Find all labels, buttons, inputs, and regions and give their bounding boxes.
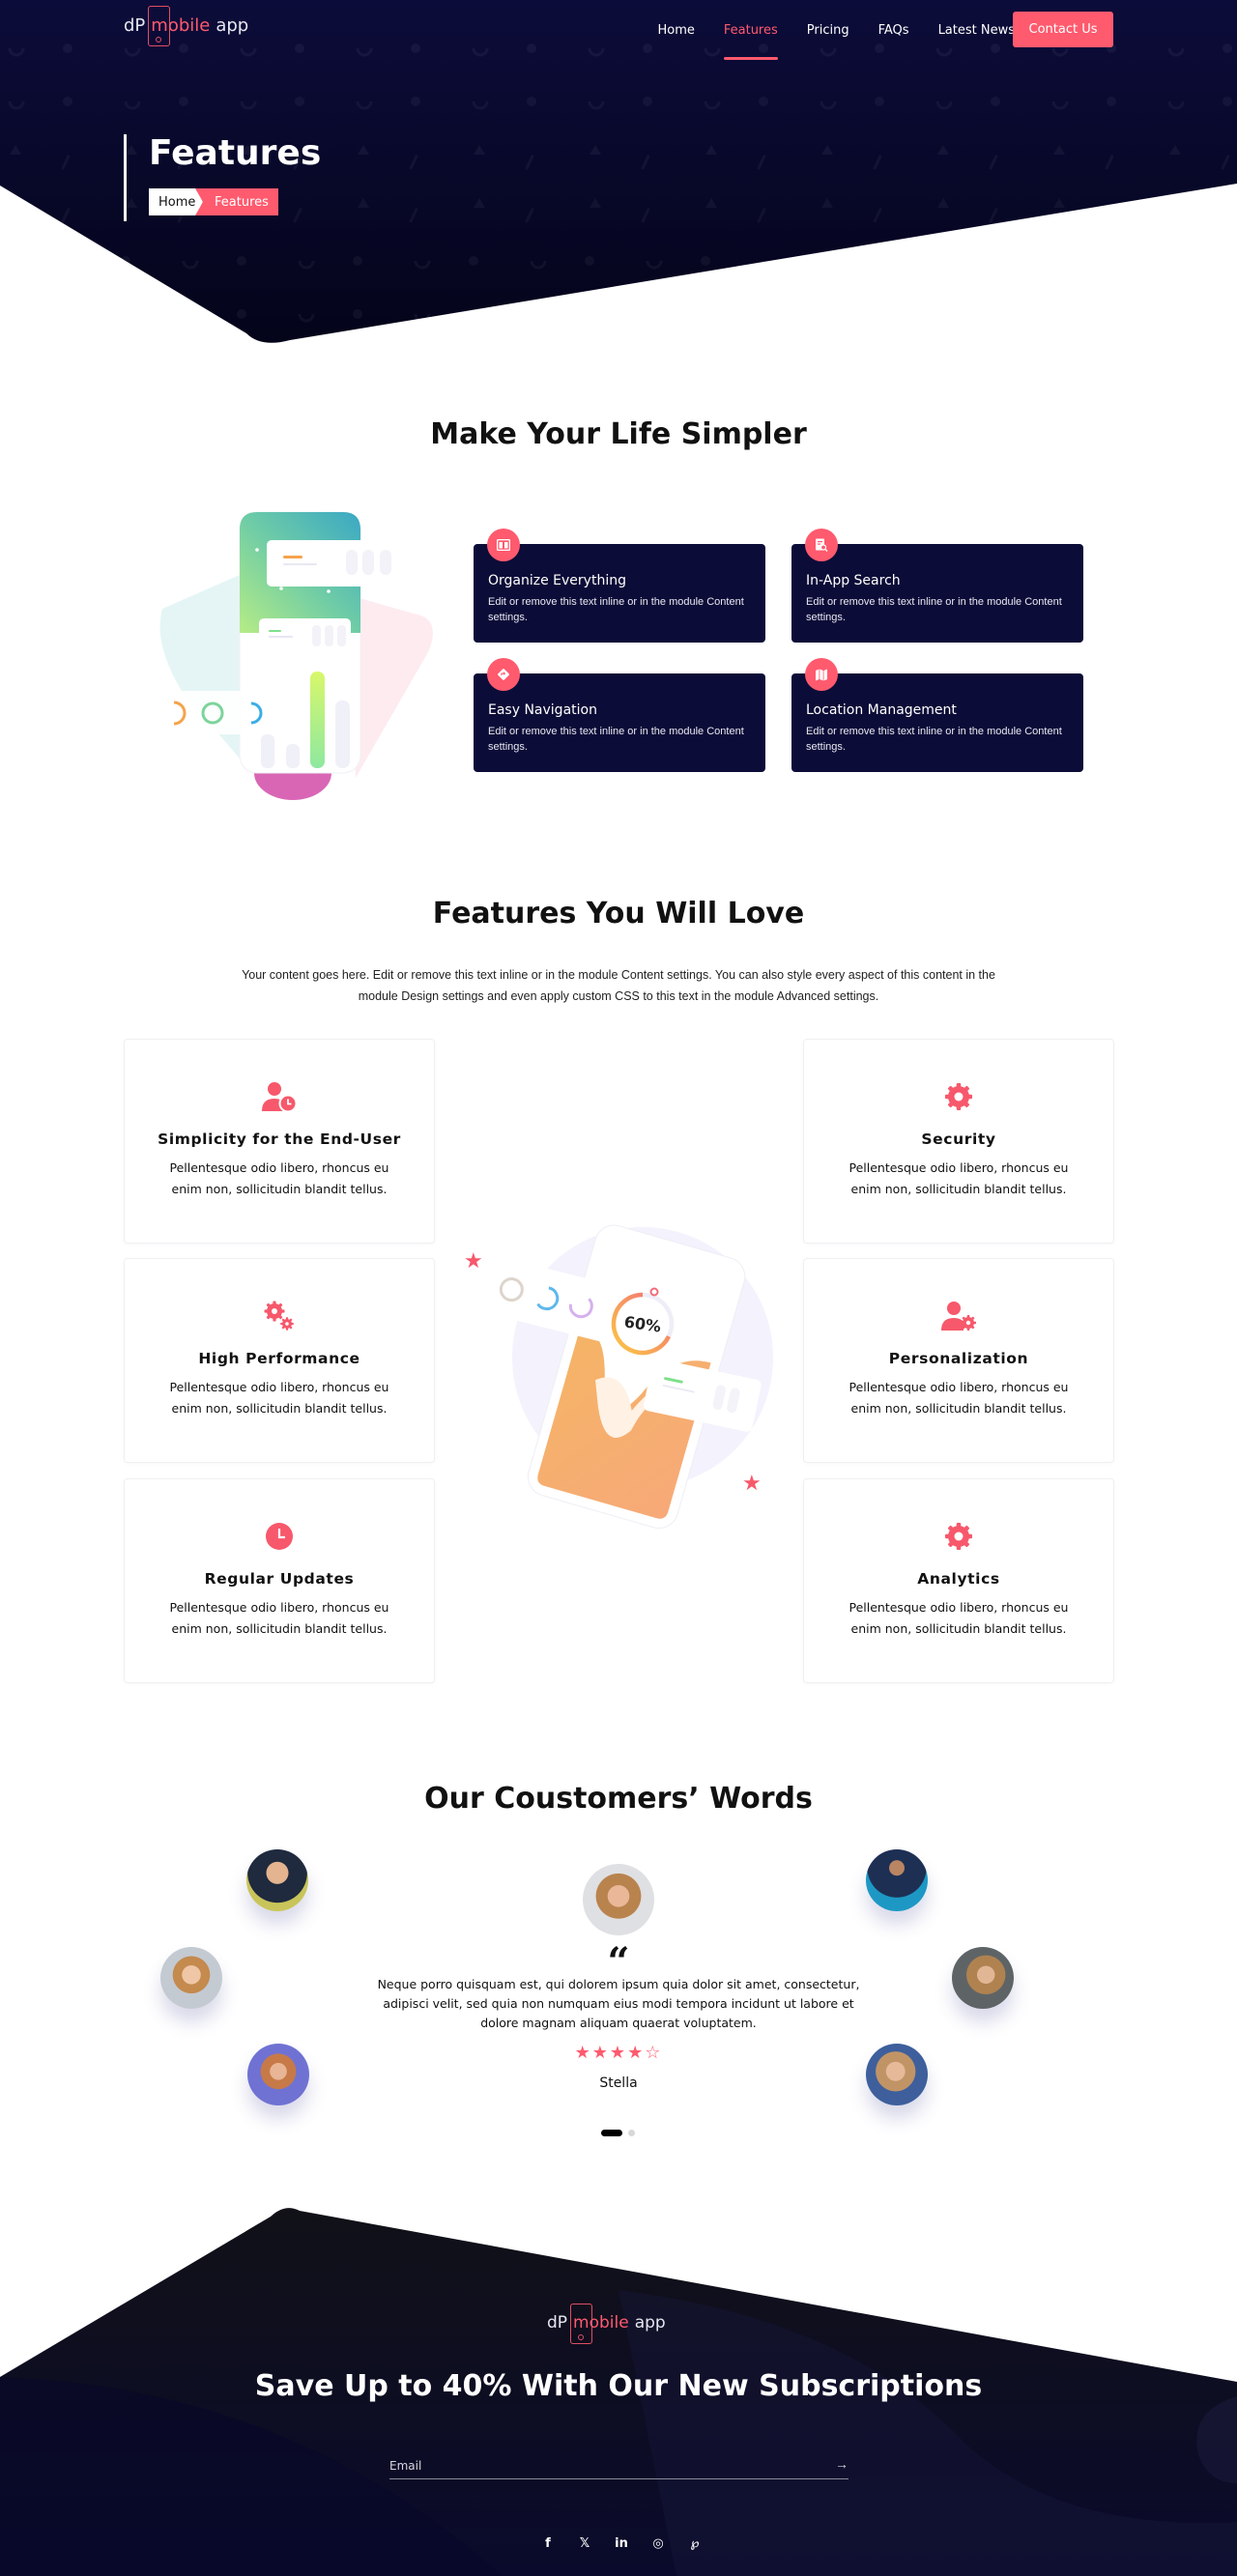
testimonial-author: Stella bbox=[599, 2075, 638, 2091]
benefit-card-desc: Pellentesque odio libero, rhoncus eu eni… bbox=[849, 1160, 1069, 1196]
site-logo[interactable]: dP mobile app bbox=[124, 6, 248, 46]
pinterest-icon[interactable]: ℘ bbox=[688, 2535, 702, 2551]
feature-card-title: Easy Navigation bbox=[488, 702, 597, 718]
linkedin-icon[interactable]: in bbox=[615, 2535, 628, 2551]
avatar-active-customer[interactable] bbox=[583, 1864, 654, 1935]
social-links: f 𝕏 in ◎ ℘ bbox=[541, 2535, 702, 2551]
nav-menu: Home Features Pricing FAQs Latest News bbox=[657, 23, 1015, 60]
benefit-card-title: Personalization bbox=[888, 1350, 1029, 1367]
map-icon bbox=[805, 658, 838, 691]
benefit-card-security: Security Pellentesque odio libero, rhonc… bbox=[803, 1039, 1114, 1244]
feature-card-search: In-App Search Edit or remove this text i… bbox=[791, 529, 1083, 643]
gear-icon bbox=[939, 1520, 978, 1553]
clock-icon bbox=[260, 1520, 299, 1553]
benefit-card-title: Regular Updates bbox=[204, 1570, 355, 1588]
phone-logo-icon: mobile bbox=[148, 6, 213, 46]
star-filled-icon: ★ bbox=[627, 2043, 646, 2062]
section-description: Your content goes here. Edit or remove t… bbox=[242, 968, 995, 1003]
benefit-card-title: Simplicity for the End-User bbox=[158, 1131, 401, 1148]
nav-link-faqs[interactable]: FAQs bbox=[878, 23, 909, 38]
section-title-features-you-will-love: Features You Will Love bbox=[432, 897, 805, 930]
section-title-testimonials: Our Coustomers’ Words bbox=[424, 1782, 813, 1816]
benefit-card-title: Security bbox=[921, 1131, 996, 1148]
benefit-card-performance: High Performance Pellentesque odio liber… bbox=[124, 1258, 435, 1463]
nav-link-latest-news[interactable]: Latest News bbox=[938, 23, 1015, 38]
avatar-customer-4[interactable] bbox=[866, 1849, 928, 1911]
page-header: Features Home Features bbox=[124, 133, 322, 221]
progress-app-illustration: ★ ★ 60% bbox=[464, 1224, 773, 1530]
facebook-icon[interactable]: f bbox=[541, 2535, 555, 2551]
columns-icon bbox=[487, 529, 520, 561]
star-filled-icon: ★ bbox=[609, 2043, 628, 2062]
breadcrumb-home[interactable]: Home bbox=[149, 188, 203, 215]
nav-link-pricing[interactable]: Pricing bbox=[807, 23, 849, 38]
breadcrumb-current: Features bbox=[195, 188, 278, 215]
directions-icon bbox=[487, 658, 520, 691]
feature-card-desc: Edit or remove this text inline or in th… bbox=[806, 726, 1062, 753]
hero-section: dP mobile app Home Features Pricing FAQs… bbox=[0, 0, 1237, 348]
email-subscribe-form: → bbox=[389, 2454, 849, 2479]
user-clock-icon bbox=[260, 1080, 299, 1113]
star-decoration-icon: ★ bbox=[742, 1471, 762, 1495]
star-empty-icon: ☆ bbox=[645, 2043, 663, 2062]
quote-icon: “ bbox=[607, 1939, 630, 1985]
star-decoration-icon: ★ bbox=[464, 1248, 483, 1273]
nav-link-features[interactable]: Features bbox=[723, 23, 778, 60]
instagram-icon[interactable]: ◎ bbox=[651, 2535, 665, 2551]
footer-logo[interactable]: dP mobile app bbox=[547, 2304, 666, 2344]
feature-card-location: Location Management Edit or remove this … bbox=[791, 658, 1083, 772]
carousel-pagination bbox=[601, 2130, 635, 2136]
benefit-card-simplicity: Simplicity for the End-User Pellentesque… bbox=[124, 1039, 435, 1244]
x-twitter-icon[interactable]: 𝕏 bbox=[578, 2535, 591, 2551]
subscribe-arrow-button[interactable]: → bbox=[835, 2456, 849, 2472]
star-filled-icon: ★ bbox=[591, 2043, 610, 2062]
avatar-customer-1[interactable] bbox=[246, 1849, 308, 1911]
section-title-make-life-simpler: Make Your Life Simpler bbox=[430, 417, 807, 451]
rating-stars: ★★★★☆ bbox=[0, 2043, 1237, 2063]
benefit-card-desc: Pellentesque odio libero, rhoncus eu eni… bbox=[849, 1600, 1069, 1636]
top-navigation: dP mobile app Home Features Pricing FAQs… bbox=[0, 0, 1237, 60]
benefit-card-desc: Pellentesque odio libero, rhoncus eu eni… bbox=[169, 1380, 389, 1416]
benefit-card-title: High Performance bbox=[198, 1350, 360, 1367]
benefit-card-updates: Regular Updates Pellentesque odio libero… bbox=[124, 1478, 435, 1683]
contact-us-button[interactable]: Contact Us bbox=[1013, 12, 1113, 47]
benefit-card-title: Analytics bbox=[917, 1570, 1000, 1588]
carousel-dot-1[interactable] bbox=[601, 2130, 622, 2136]
feature-card-title: In-App Search bbox=[806, 573, 901, 588]
gear-icon bbox=[939, 1080, 978, 1113]
benefit-card-desc: Pellentesque odio libero, rhoncus eu eni… bbox=[169, 1600, 389, 1636]
breadcrumb: Home Features bbox=[149, 188, 321, 215]
feature-card-organize: Organize Everything Edit or remove this … bbox=[474, 529, 765, 643]
page-title: Features bbox=[149, 133, 322, 173]
phone-logo-icon: mobile bbox=[570, 2304, 632, 2344]
feature-card-desc: Edit or remove this text inline or in th… bbox=[488, 596, 744, 623]
feature-card-title: Organize Everything bbox=[488, 573, 626, 588]
email-input[interactable] bbox=[389, 2454, 815, 2477]
feature-card-desc: Edit or remove this text inline or in th… bbox=[488, 726, 744, 753]
subscription-heading: Save Up to 40% With Our New Subscription… bbox=[254, 2369, 983, 2403]
star-filled-icon: ★ bbox=[574, 2043, 592, 2062]
benefit-card-personalization: Personalization Pellentesque odio libero… bbox=[803, 1258, 1114, 1463]
feature-card-navigation: Easy Navigation Edit or remove this text… bbox=[474, 658, 765, 772]
benefit-card-desc: Pellentesque odio libero, rhoncus eu eni… bbox=[849, 1380, 1069, 1416]
feature-card-desc: Edit or remove this text inline or in th… bbox=[806, 596, 1062, 623]
user-gear-icon bbox=[939, 1300, 978, 1332]
nav-link-home[interactable]: Home bbox=[657, 23, 694, 38]
benefit-card-analytics: Analytics Pellentesque odio libero, rhon… bbox=[803, 1478, 1114, 1683]
search-document-icon bbox=[805, 529, 838, 561]
app-dashboard-illustration bbox=[159, 511, 433, 800]
testimonial-text: Neque porro quisquam est, qui dolorem ip… bbox=[377, 1977, 860, 2030]
feature-card-title: Location Management bbox=[806, 702, 957, 718]
benefit-card-desc: Pellentesque odio libero, rhoncus eu eni… bbox=[169, 1160, 389, 1196]
gears-icon bbox=[260, 1300, 299, 1332]
carousel-dot-2[interactable] bbox=[628, 2130, 635, 2136]
